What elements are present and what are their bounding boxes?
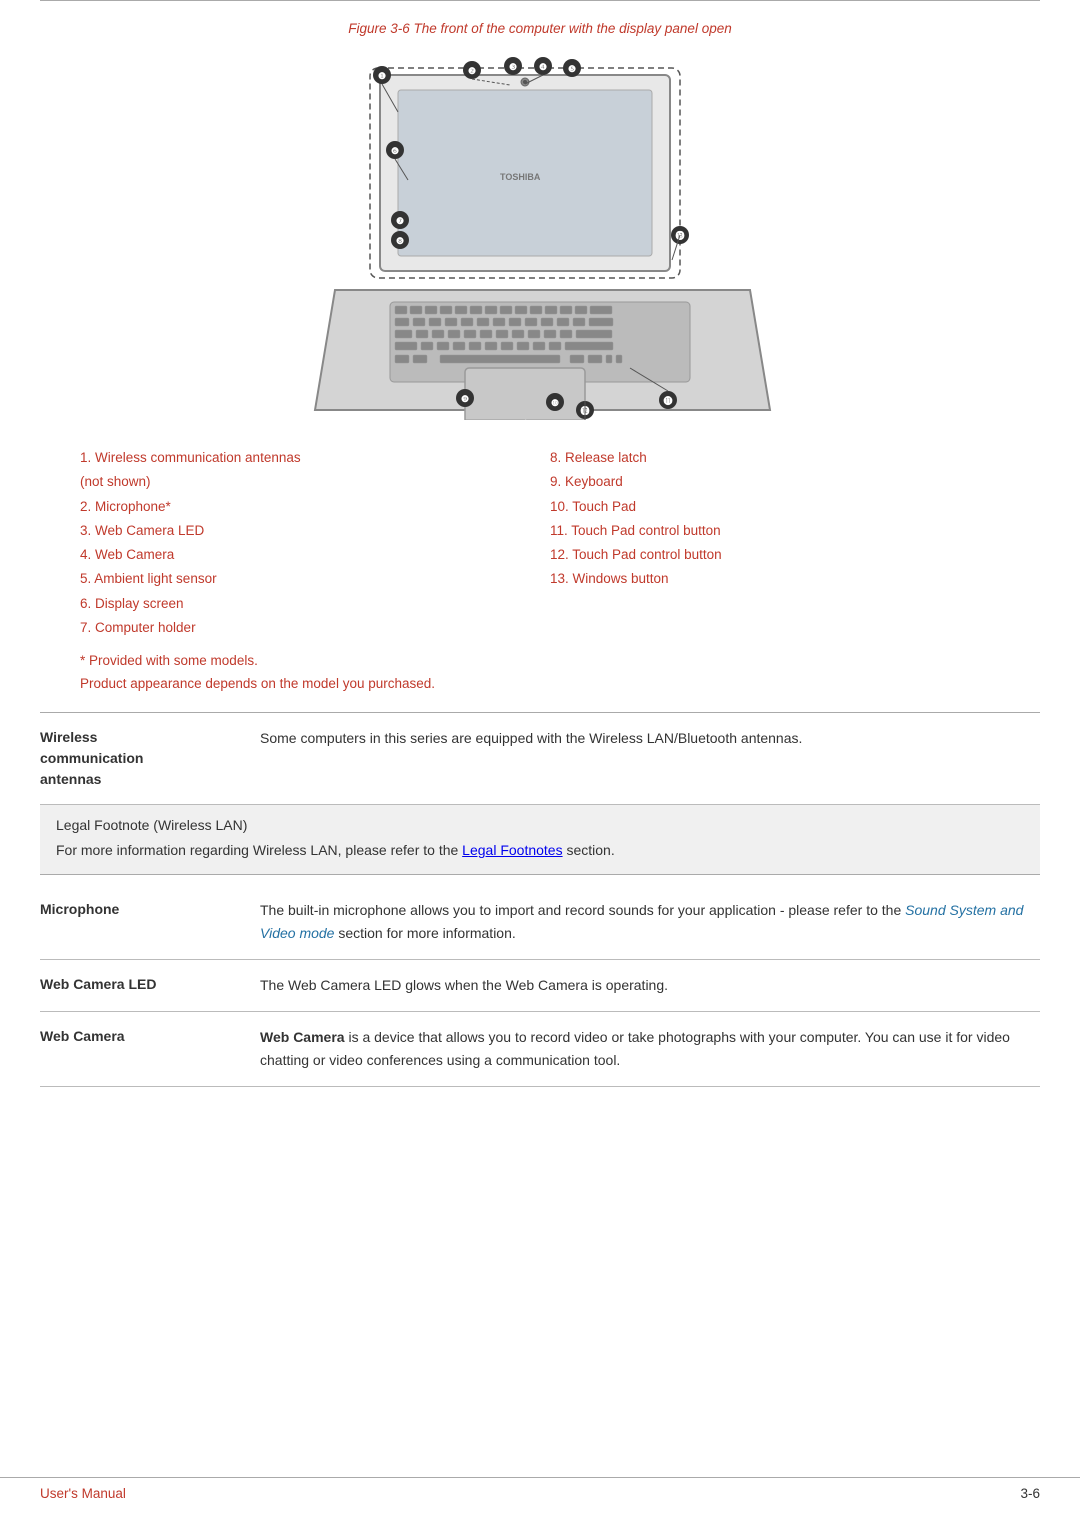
wireless-row: Wirelesscommunicationantennas Some compu… [40, 713, 1040, 805]
microphone-term-text: Microphone [40, 901, 119, 917]
parts-right-list: 8. Release latch 9. Keyboard 10. Touch P… [550, 446, 1000, 592]
sound-system-link[interactable]: Sound System and Video mode [260, 902, 1023, 941]
legal-footnote-box: Legal Footnote (Wireless LAN) For more i… [40, 805, 1040, 874]
parts-list-section: 1. Wireless communication antennas (not … [0, 446, 1080, 640]
svg-text:❻: ❻ [391, 146, 399, 156]
part-item-1b: (not shown) [80, 470, 530, 494]
laptop-diagram: TOSHIBA ❶ ❷ ❸ ❹ ❺ ❻ [280, 50, 800, 420]
svg-text:❹: ❹ [539, 62, 547, 72]
part-item-6: 6. Display screen [80, 592, 530, 616]
wireless-term: Wirelesscommunicationantennas [40, 727, 260, 790]
microphone-row: Microphone The built-in microphone allow… [40, 885, 1040, 960]
parts-left-list: 1. Wireless communication antennas (not … [80, 446, 530, 640]
web-camera-led-def: The Web Camera LED glows when the Web Ca… [260, 974, 1040, 997]
parts-left-col: 1. Wireless communication antennas (not … [80, 446, 530, 640]
part-item-9: 9. Keyboard [550, 470, 1000, 494]
figure-caption: Figure 3-6 The front of the computer wit… [40, 21, 1040, 36]
diagram-container: TOSHIBA ❶ ❷ ❸ ❹ ❺ ❻ [40, 50, 1040, 420]
web-camera-def: Web Camera is a device that allows you t… [260, 1026, 1040, 1072]
page-container: Figure 3-6 The front of the computer wit… [0, 0, 1080, 1521]
footer: User's Manual 3-6 [0, 1477, 1080, 1501]
part-item-11: 11. Touch Pad control button [550, 519, 1000, 543]
spacer-1 [40, 875, 1040, 885]
part-item-1: 1. Wireless communication antennas [80, 446, 530, 470]
web-camera-term-text: Web Camera [40, 1028, 125, 1044]
svg-text:❷: ❷ [468, 66, 476, 76]
web-camera-led-term-text: Web Camera LED [40, 976, 156, 992]
microphone-def: The built-in microphone allows you to im… [260, 899, 1040, 945]
microphone-term: Microphone [40, 899, 260, 920]
svg-text:❿: ❿ [551, 398, 559, 408]
part-item-7: 7. Computer holder [80, 616, 530, 640]
part-item-2: 2. Microphone* [80, 495, 530, 519]
part-item-4: 4. Web Camera [80, 543, 530, 567]
figure-section: Figure 3-6 The front of the computer wit… [0, 1, 1080, 446]
note-line-2: Product appearance depends on the model … [80, 673, 1000, 696]
footer-right: 3-6 [1020, 1486, 1040, 1501]
part-item-12: 12. Touch Pad control button [550, 543, 1000, 567]
part-item-8: 8. Release latch [550, 446, 1000, 470]
legal-footnote-text: For more information regarding Wireless … [56, 839, 1024, 861]
svg-text:❶: ❶ [378, 71, 386, 81]
part-item-13: 13. Windows button [550, 567, 1000, 591]
web-camera-term: Web Camera [40, 1026, 260, 1047]
part-item-3: 3. Web Camera LED [80, 519, 530, 543]
part-item-10: 10. Touch Pad [550, 495, 1000, 519]
note-line-1: * Provided with some models. [80, 650, 1000, 673]
svg-text:❾: ❾ [461, 394, 469, 404]
svg-text:❸: ❸ [509, 62, 517, 72]
web-camera-row: Web Camera Web Camera is a device that a… [40, 1012, 1040, 1087]
svg-text:❽: ❽ [396, 236, 404, 246]
svg-text:TOSHIBA: TOSHIBA [500, 172, 541, 182]
wireless-def: Some computers in this series are equipp… [260, 727, 1040, 750]
web-camera-led-row: Web Camera LED The Web Camera LED glows … [40, 960, 1040, 1012]
svg-text:❼: ❼ [396, 216, 404, 226]
legal-footnotes-link[interactable]: Legal Footnotes [462, 842, 562, 858]
parts-right-col: 8. Release latch 9. Keyboard 10. Touch P… [550, 446, 1000, 640]
svg-text:⓫: ⓫ [663, 395, 672, 406]
wireless-term-text: Wirelesscommunicationantennas [40, 729, 143, 787]
part-item-5: 5. Ambient light sensor [80, 567, 530, 591]
note-section: * Provided with some models. Product app… [0, 650, 1080, 696]
legal-footnote-title: Legal Footnote (Wireless LAN) [56, 817, 1024, 833]
footer-left: User's Manual [40, 1486, 126, 1501]
web-camera-bold: Web Camera [260, 1029, 345, 1045]
svg-text:❺: ❺ [568, 64, 576, 74]
web-camera-led-term: Web Camera LED [40, 974, 260, 995]
